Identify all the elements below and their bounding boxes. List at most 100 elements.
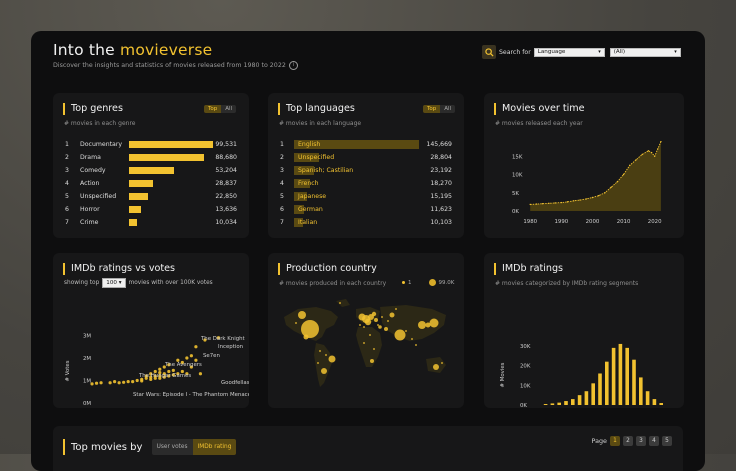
y-tick-label: 5K: [512, 191, 519, 197]
genre-row[interactable]: 1 Documentary 99,531: [63, 140, 239, 150]
genre-name: Documentary: [80, 141, 123, 148]
card-title: Production country: [278, 263, 377, 275]
language-count: 15,195: [430, 193, 452, 200]
world-map[interactable]: [276, 295, 456, 403]
search-icon[interactable]: [482, 45, 496, 59]
toggle-all[interactable]: All: [440, 105, 456, 113]
genre-count: 88,680: [215, 154, 237, 161]
search-field-select[interactable]: Language ▾: [533, 47, 605, 57]
toggle-all[interactable]: All: [221, 105, 237, 113]
card-subtitle: # movies in each language: [279, 120, 362, 127]
search-value-select[interactable]: (All) ▾: [609, 47, 681, 57]
languages-toggle: Top All: [423, 105, 456, 113]
tab-imdb-rating[interactable]: IMDb rating: [192, 439, 237, 455]
movies-over-time-chart: 0K 5K 10K 15K 1980 1990 2000 2010 2020: [512, 140, 662, 225]
language-row[interactable]: 4 French 18,270: [278, 179, 454, 189]
genre-row[interactable]: 6 Horror 13,636: [63, 205, 239, 215]
y-tick-label: 15K: [512, 154, 523, 160]
toggle-top[interactable]: Top: [423, 105, 441, 113]
genres-toggle: Top All: [204, 105, 237, 113]
legend-large-dot: [428, 279, 436, 286]
movies-over-time-card: Movies over time # movies released each …: [484, 93, 684, 238]
data-point: [657, 148, 659, 150]
genre-count: 53,204: [215, 167, 237, 174]
rank: 7: [280, 219, 284, 226]
top-languages-card: Top languages Top All # movies in each l…: [268, 93, 464, 238]
data-point: [660, 140, 662, 143]
genre-row[interactable]: 5 Unspecified 22,850: [63, 192, 239, 202]
y-tick-label: 10K: [512, 173, 523, 179]
data-point: [591, 196, 594, 199]
data-point: [635, 159, 637, 161]
page-5[interactable]: 5: [662, 436, 672, 446]
imdb-votes-scatter: 0M1M2M3M6.57.07.58.08.59.0IMDB Rating# V…: [65, 334, 249, 408]
language-name: Japanese: [298, 193, 327, 200]
x-tick-label: 1990: [554, 219, 568, 225]
genre-bar: [129, 167, 174, 174]
genre-count: 10,034: [215, 219, 237, 226]
language-row[interactable]: 3 Spanish; Castilian 23,192: [278, 166, 454, 176]
map-bubble-china: [418, 321, 426, 329]
histogram-bar: [639, 377, 643, 405]
data-point: [548, 202, 550, 205]
rank: 2: [65, 154, 69, 161]
histogram-bar: [571, 399, 575, 405]
card-subtitle: # movies in each genre: [64, 120, 136, 127]
genre-row[interactable]: 3 Comedy 53,204: [63, 166, 239, 176]
page-4[interactable]: 4: [649, 436, 659, 446]
page-2[interactable]: 2: [623, 436, 633, 446]
scatter-annotation: Goodfellas: [221, 380, 249, 386]
scatter-annotation: The Dark Knight: [200, 336, 245, 342]
rank: 2: [280, 154, 284, 161]
histogram-bar: [659, 403, 663, 405]
genre-bar: [129, 180, 154, 187]
info-icon[interactable]: i: [288, 61, 298, 70]
page-subtitle: Discover the insights and statistics of …: [53, 61, 298, 70]
genre-name: Horror: [80, 206, 100, 213]
genre-row[interactable]: 2 Drama 88,680: [63, 153, 239, 163]
genre-count: 28,837: [215, 180, 237, 187]
page-title: Into the movieverse: [53, 41, 213, 59]
chevron-down-icon: ▾: [674, 48, 677, 55]
y-tick-label: 0M: [83, 401, 91, 407]
language-count: 18,270: [430, 180, 452, 187]
scatter-point: [198, 372, 203, 376]
legend-small-label: 1: [408, 279, 412, 286]
scatter-annotation: Se7en: [203, 353, 220, 359]
page-label: Page: [591, 437, 607, 445]
page-1[interactable]: 1: [610, 436, 620, 446]
search-label: Search for: [499, 48, 531, 56]
language-row[interactable]: 2 Unspecified 28,804: [278, 153, 454, 163]
histogram-bar: [557, 402, 561, 405]
language-count: 10,103: [430, 219, 452, 226]
data-point: [629, 164, 631, 167]
genre-row[interactable]: 4 Action 28,837: [63, 179, 239, 189]
x-tick-label: 1980: [523, 219, 537, 225]
rank: 1: [65, 141, 69, 148]
genre-bar: [129, 154, 204, 161]
dashboard: Into the movieverse Discover the insight…: [31, 31, 705, 471]
scatter-point: [135, 378, 139, 383]
data-point: [604, 192, 606, 194]
tab-user-votes[interactable]: User votes: [151, 439, 193, 455]
genre-name: Drama: [80, 154, 101, 161]
x-tick-label: 2010: [617, 219, 631, 225]
page-3[interactable]: 3: [636, 436, 646, 446]
toggle-top[interactable]: Top: [204, 105, 222, 113]
language-row[interactable]: 7 Italian 10,103: [278, 218, 454, 228]
genre-name: Action: [80, 180, 100, 187]
data-point: [610, 186, 612, 188]
language-row[interactable]: 5 Japanese 15,195: [278, 192, 454, 202]
data-point: [529, 203, 531, 206]
data-point: [585, 198, 587, 200]
histogram-bar: [543, 404, 548, 405]
histogram-bar: [584, 391, 589, 405]
histogram-bar: [611, 347, 616, 405]
language-count: 11,623: [430, 206, 452, 213]
scatter-point: [185, 356, 189, 360]
language-row[interactable]: 6 German 11,623: [278, 205, 454, 215]
chevron-down-icon: ▾: [598, 48, 601, 55]
language-row[interactable]: 1 English 145,669: [278, 140, 454, 150]
genre-name: Comedy: [80, 167, 106, 174]
genre-row[interactable]: 7 Crime 10,034: [63, 218, 239, 228]
